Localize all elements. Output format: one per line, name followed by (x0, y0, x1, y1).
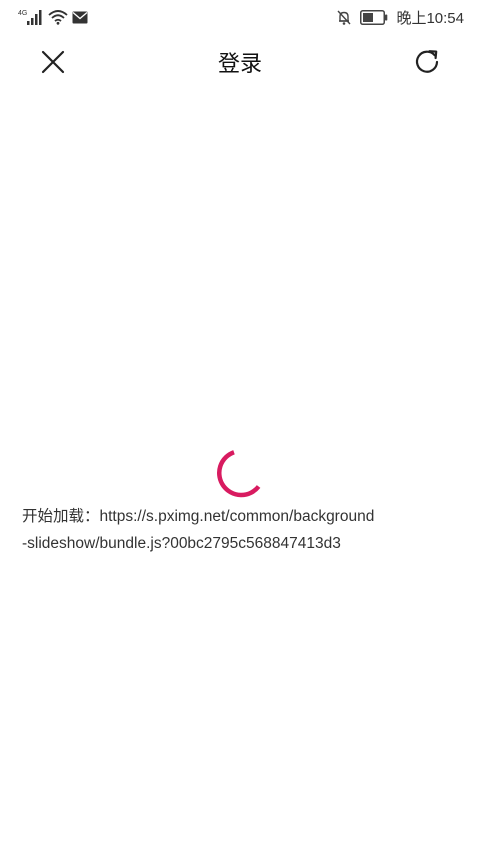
loading-message: 开始加载：https://s.pximg.net/common/backgrou… (22, 503, 462, 557)
loading-message-line-2: -slideshow/bundle.js?00bc2795c568847413d… (22, 535, 341, 552)
network-label: 4G (18, 10, 27, 17)
loading-message-line-1: 开始加载：https://s.pximg.net/common/backgrou… (22, 508, 375, 525)
notifications-off-icon (337, 10, 351, 25)
refresh-button[interactable] (407, 42, 447, 82)
wifi-icon (48, 10, 68, 25)
status-right: 晚上10:54 (336, 6, 464, 28)
toolbar: 登录 (0, 34, 480, 90)
loading-spinner (217, 450, 261, 498)
refresh-icon (415, 50, 439, 73)
status-left: 4G (18, 6, 88, 28)
status-time: 晚上10:54 (396, 9, 464, 27)
status-bar: 4G 晚上10:54 (0, 0, 480, 34)
battery-icon (360, 9, 388, 25)
signal-icon: 4G (18, 10, 42, 25)
mail-icon (72, 11, 88, 23)
